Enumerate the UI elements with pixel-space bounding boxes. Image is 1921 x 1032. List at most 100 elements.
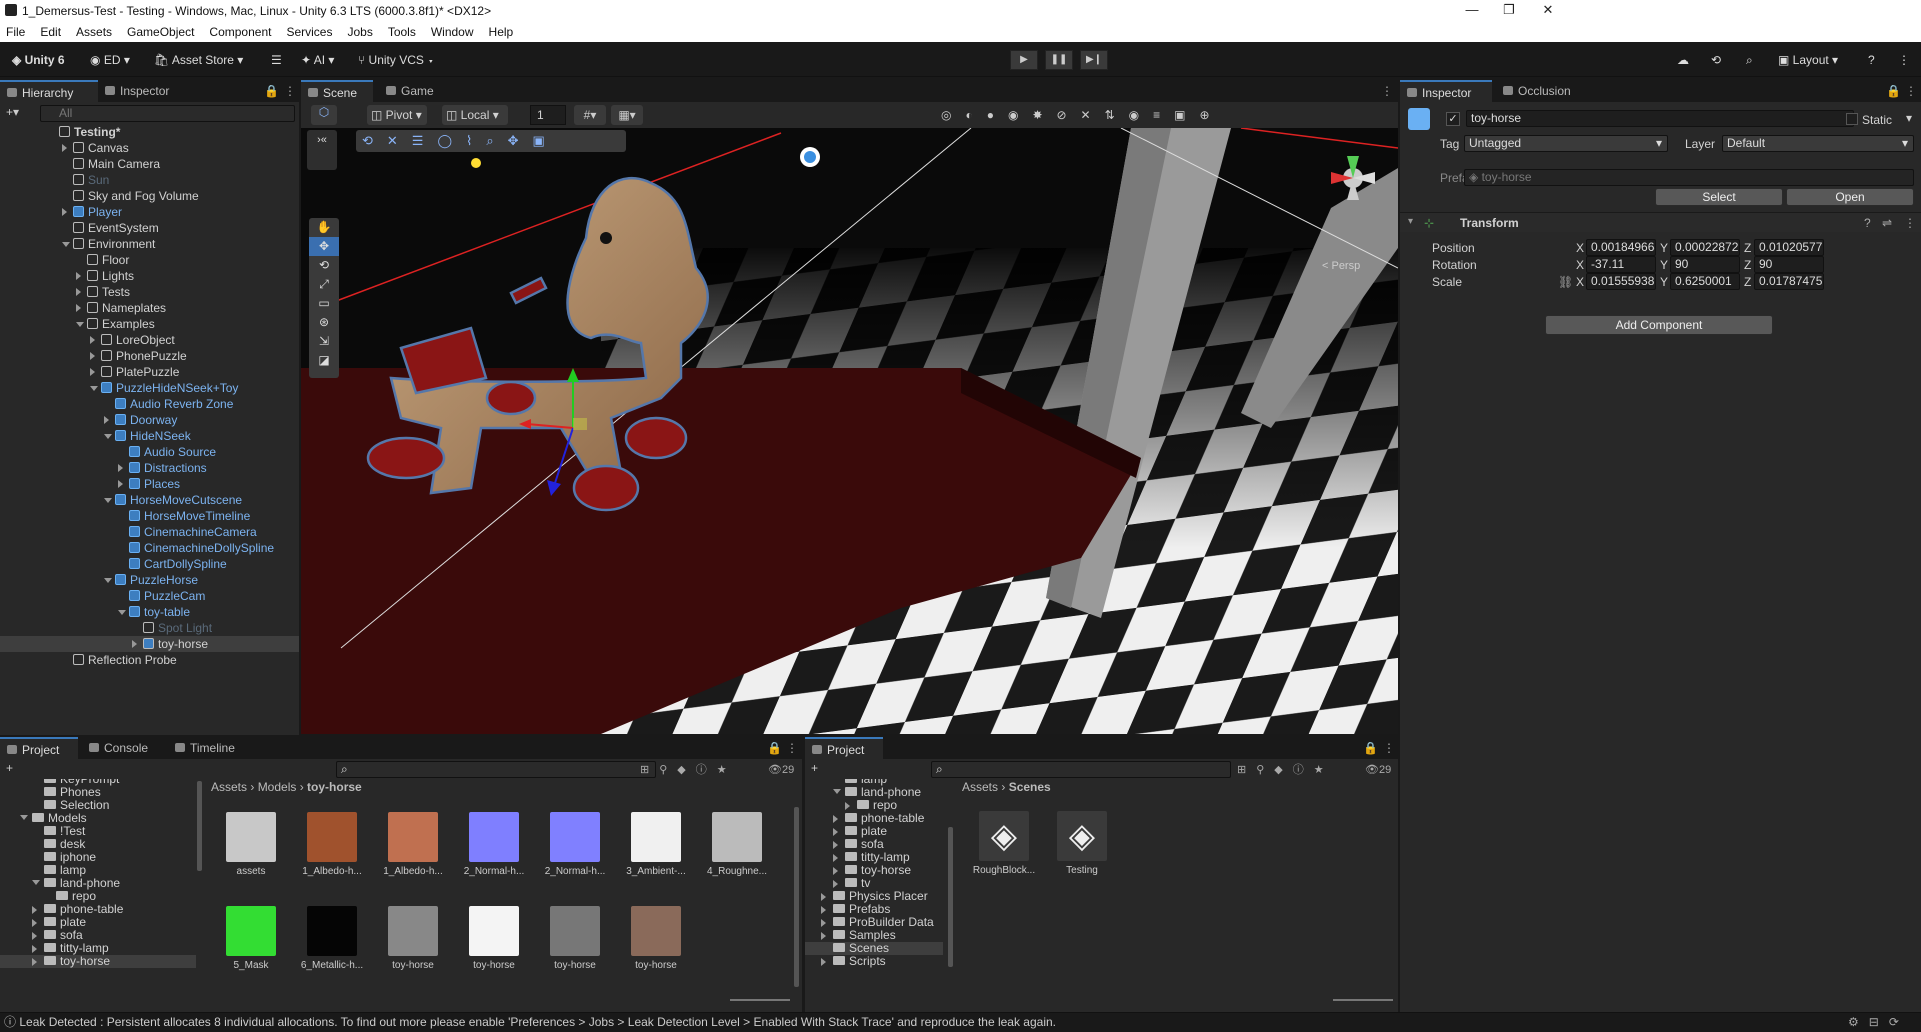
hierarchy-row[interactable]: Spot Light bbox=[0, 620, 299, 636]
add-component-button[interactable]: Add Component bbox=[1545, 315, 1773, 335]
asset-item[interactable]: 1_Albedo-h... bbox=[380, 812, 446, 877]
component-menu-icon[interactable]: ⋮ bbox=[1904, 216, 1916, 230]
breadcrumb-assets-2[interactable]: Assets bbox=[962, 780, 998, 794]
expand-down-icon[interactable] bbox=[104, 578, 112, 583]
tree-scrollbar[interactable] bbox=[197, 781, 202, 871]
minimize-button[interactable]: — bbox=[1452, 2, 1492, 17]
layout-dropdown[interactable]: ▣ Layout ▾ bbox=[1772, 50, 1844, 70]
project-folder-row[interactable]: Selection bbox=[0, 799, 196, 812]
tab-timeline[interactable]: Timeline bbox=[168, 737, 245, 759]
expand-icon[interactable] bbox=[32, 906, 37, 914]
project-folder-row[interactable]: Scripts bbox=[805, 955, 943, 968]
tab-inspector[interactable]: Inspector bbox=[1400, 80, 1492, 102]
hierarchy-row[interactable]: Examples bbox=[0, 316, 299, 332]
status-bar[interactable]: ⓘ Leak Detected : Persistent allocates 8… bbox=[0, 1012, 1921, 1031]
expand-right-icon[interactable] bbox=[118, 480, 123, 488]
hierarchy-row[interactable]: PlatePuzzle bbox=[0, 364, 299, 380]
breadcrumb-models[interactable]: Models bbox=[258, 780, 297, 794]
zoom-slider-2[interactable] bbox=[1333, 999, 1393, 1001]
expand-icon[interactable] bbox=[821, 919, 826, 927]
more-options-icon[interactable]: ⋮ bbox=[1892, 50, 1916, 70]
hierarchy-row[interactable]: CinemachineDollySpline bbox=[0, 540, 299, 556]
select-prefab-button[interactable]: Select bbox=[1655, 188, 1783, 206]
project-folder-row[interactable]: toy-horse bbox=[0, 955, 196, 968]
hierarchy-row[interactable]: Testing* bbox=[0, 124, 299, 140]
scene-view-options[interactable]: ◎◐●◉✸⊘✕⇅◉≡▣⊕ bbox=[941, 105, 1341, 125]
hierarchy-row[interactable]: Environment bbox=[0, 236, 299, 252]
hierarchy-row[interactable]: CartDollySpline bbox=[0, 556, 299, 572]
asset-item[interactable]: 3_Ambient-... bbox=[623, 812, 689, 877]
expand-icon[interactable] bbox=[32, 932, 37, 940]
asset-item[interactable]: 1_Albedo-h... bbox=[299, 812, 365, 877]
tab-console[interactable]: Console bbox=[82, 737, 158, 759]
project-folder-row[interactable]: land-phone bbox=[0, 877, 196, 890]
hierarchy-row[interactable]: Reflection Probe bbox=[0, 652, 299, 668]
pivot-dropdown[interactable]: ◫ Pivot ▾ bbox=[367, 105, 427, 125]
menu-help[interactable]: Help bbox=[481, 22, 521, 39]
assets-scrollbar[interactable] bbox=[794, 807, 799, 987]
asset-item[interactable]: toy-horse bbox=[542, 906, 608, 971]
scale-x-field[interactable]: 0.01555938 bbox=[1586, 273, 1656, 290]
menu-tools[interactable]: Tools bbox=[380, 22, 423, 39]
panel-menu-icon[interactable]: ⋮ bbox=[1383, 741, 1395, 755]
axis-x-label[interactable]: X bbox=[1576, 258, 1584, 272]
asset-item[interactable]: toy-horse bbox=[461, 906, 527, 971]
help-icon[interactable]: ? bbox=[1862, 50, 1881, 70]
axis-z-label[interactable]: Z bbox=[1744, 258, 1751, 272]
cloud-icon[interactable]: ☰ bbox=[265, 50, 288, 70]
expand-down-icon[interactable] bbox=[118, 610, 126, 615]
custom-tool-icon[interactable]: ⇲ bbox=[309, 332, 339, 351]
search-icon[interactable]: ⌕ bbox=[1740, 50, 1759, 70]
lock-icon[interactable]: 🔒 bbox=[1363, 741, 1378, 755]
grid-icon[interactable]: #▾ bbox=[574, 105, 606, 125]
tag-dropdown[interactable]: Untagged ▾ bbox=[1464, 135, 1668, 152]
scale-y-field[interactable]: 0.6250001 bbox=[1670, 273, 1740, 290]
rect-tool-icon[interactable]: ▭ bbox=[309, 294, 339, 313]
asset-scene-testing[interactable]: ◈ Testing bbox=[1049, 811, 1115, 876]
lock-icon[interactable]: 🔒 bbox=[264, 84, 279, 98]
project-folder-row[interactable]: phone-table bbox=[0, 903, 196, 916]
menu-jobs[interactable]: Jobs bbox=[339, 22, 379, 39]
asset-item[interactable]: assets bbox=[218, 812, 284, 877]
expand-icon[interactable] bbox=[821, 958, 826, 966]
hierarchy-row[interactable]: Floor bbox=[0, 252, 299, 268]
tab-inspector-left[interactable]: Inspector bbox=[98, 80, 179, 102]
rotate-tool-icon[interactable]: ⟲ bbox=[309, 256, 339, 275]
hierarchy-row[interactable]: HorseMoveTimeline bbox=[0, 508, 299, 524]
asset-item[interactable]: 6_Metallic-h... bbox=[299, 906, 365, 971]
expand-icon[interactable] bbox=[32, 945, 37, 953]
hierarchy-row[interactable]: Audio Reverb Zone bbox=[0, 396, 299, 412]
asset-item[interactable]: 4_Roughne... bbox=[704, 812, 770, 877]
asset-item[interactable]: 2_Normal-h... bbox=[542, 812, 608, 877]
grid-snap-input[interactable]: 1 bbox=[530, 105, 566, 125]
axis-y-label[interactable]: Y bbox=[1660, 241, 1668, 255]
preset-icon[interactable]: ⇌ bbox=[1882, 216, 1892, 230]
menu-services[interactable]: Services bbox=[278, 22, 339, 39]
expand-icon[interactable] bbox=[821, 932, 826, 940]
lock-icon[interactable]: 🔒 bbox=[767, 741, 782, 755]
tab-scene[interactable]: Scene bbox=[301, 80, 373, 102]
hierarchy-row[interactable]: Nameplates bbox=[0, 300, 299, 316]
expand-down-icon[interactable] bbox=[104, 434, 112, 439]
breadcrumb-assets[interactable]: Assets bbox=[211, 780, 247, 794]
open-prefab-button[interactable]: Open bbox=[1786, 188, 1914, 206]
tab-occlusion[interactable]: Occlusion bbox=[1496, 80, 1581, 102]
transform-tool-icon[interactable]: ⊛ bbox=[309, 313, 339, 332]
persp-label[interactable]: < Persp bbox=[1322, 260, 1360, 272]
cloud-services-icon[interactable]: ☁ bbox=[1671, 50, 1695, 70]
panel-menu-icon[interactable]: ⋮ bbox=[786, 741, 798, 755]
scale-tool-icon[interactable]: ⤢ bbox=[309, 275, 339, 294]
panel-menu-icon[interactable]: ⋮ bbox=[284, 84, 296, 98]
create-asset-button[interactable]: + bbox=[6, 761, 13, 775]
asset-scene-roughblock[interactable]: ◈ RoughBlock... bbox=[971, 811, 1037, 876]
breadcrumb-scenes[interactable]: Scenes bbox=[1009, 780, 1051, 794]
hierarchy-row[interactable]: CinemachineCamera bbox=[0, 524, 299, 540]
axis-z-label[interactable]: Z bbox=[1744, 241, 1751, 255]
scene-menu-icon[interactable]: ⋮ bbox=[1381, 84, 1393, 98]
static-dropdown[interactable]: ▾ bbox=[1906, 111, 1912, 125]
unity-version-button[interactable]: ◈ Unity 6 bbox=[6, 50, 71, 70]
axis-y-label[interactable]: Y bbox=[1660, 275, 1668, 289]
expand-right-icon[interactable] bbox=[62, 144, 67, 152]
menu-file[interactable]: File bbox=[0, 22, 32, 39]
hierarchy-row[interactable]: Tests bbox=[0, 284, 299, 300]
